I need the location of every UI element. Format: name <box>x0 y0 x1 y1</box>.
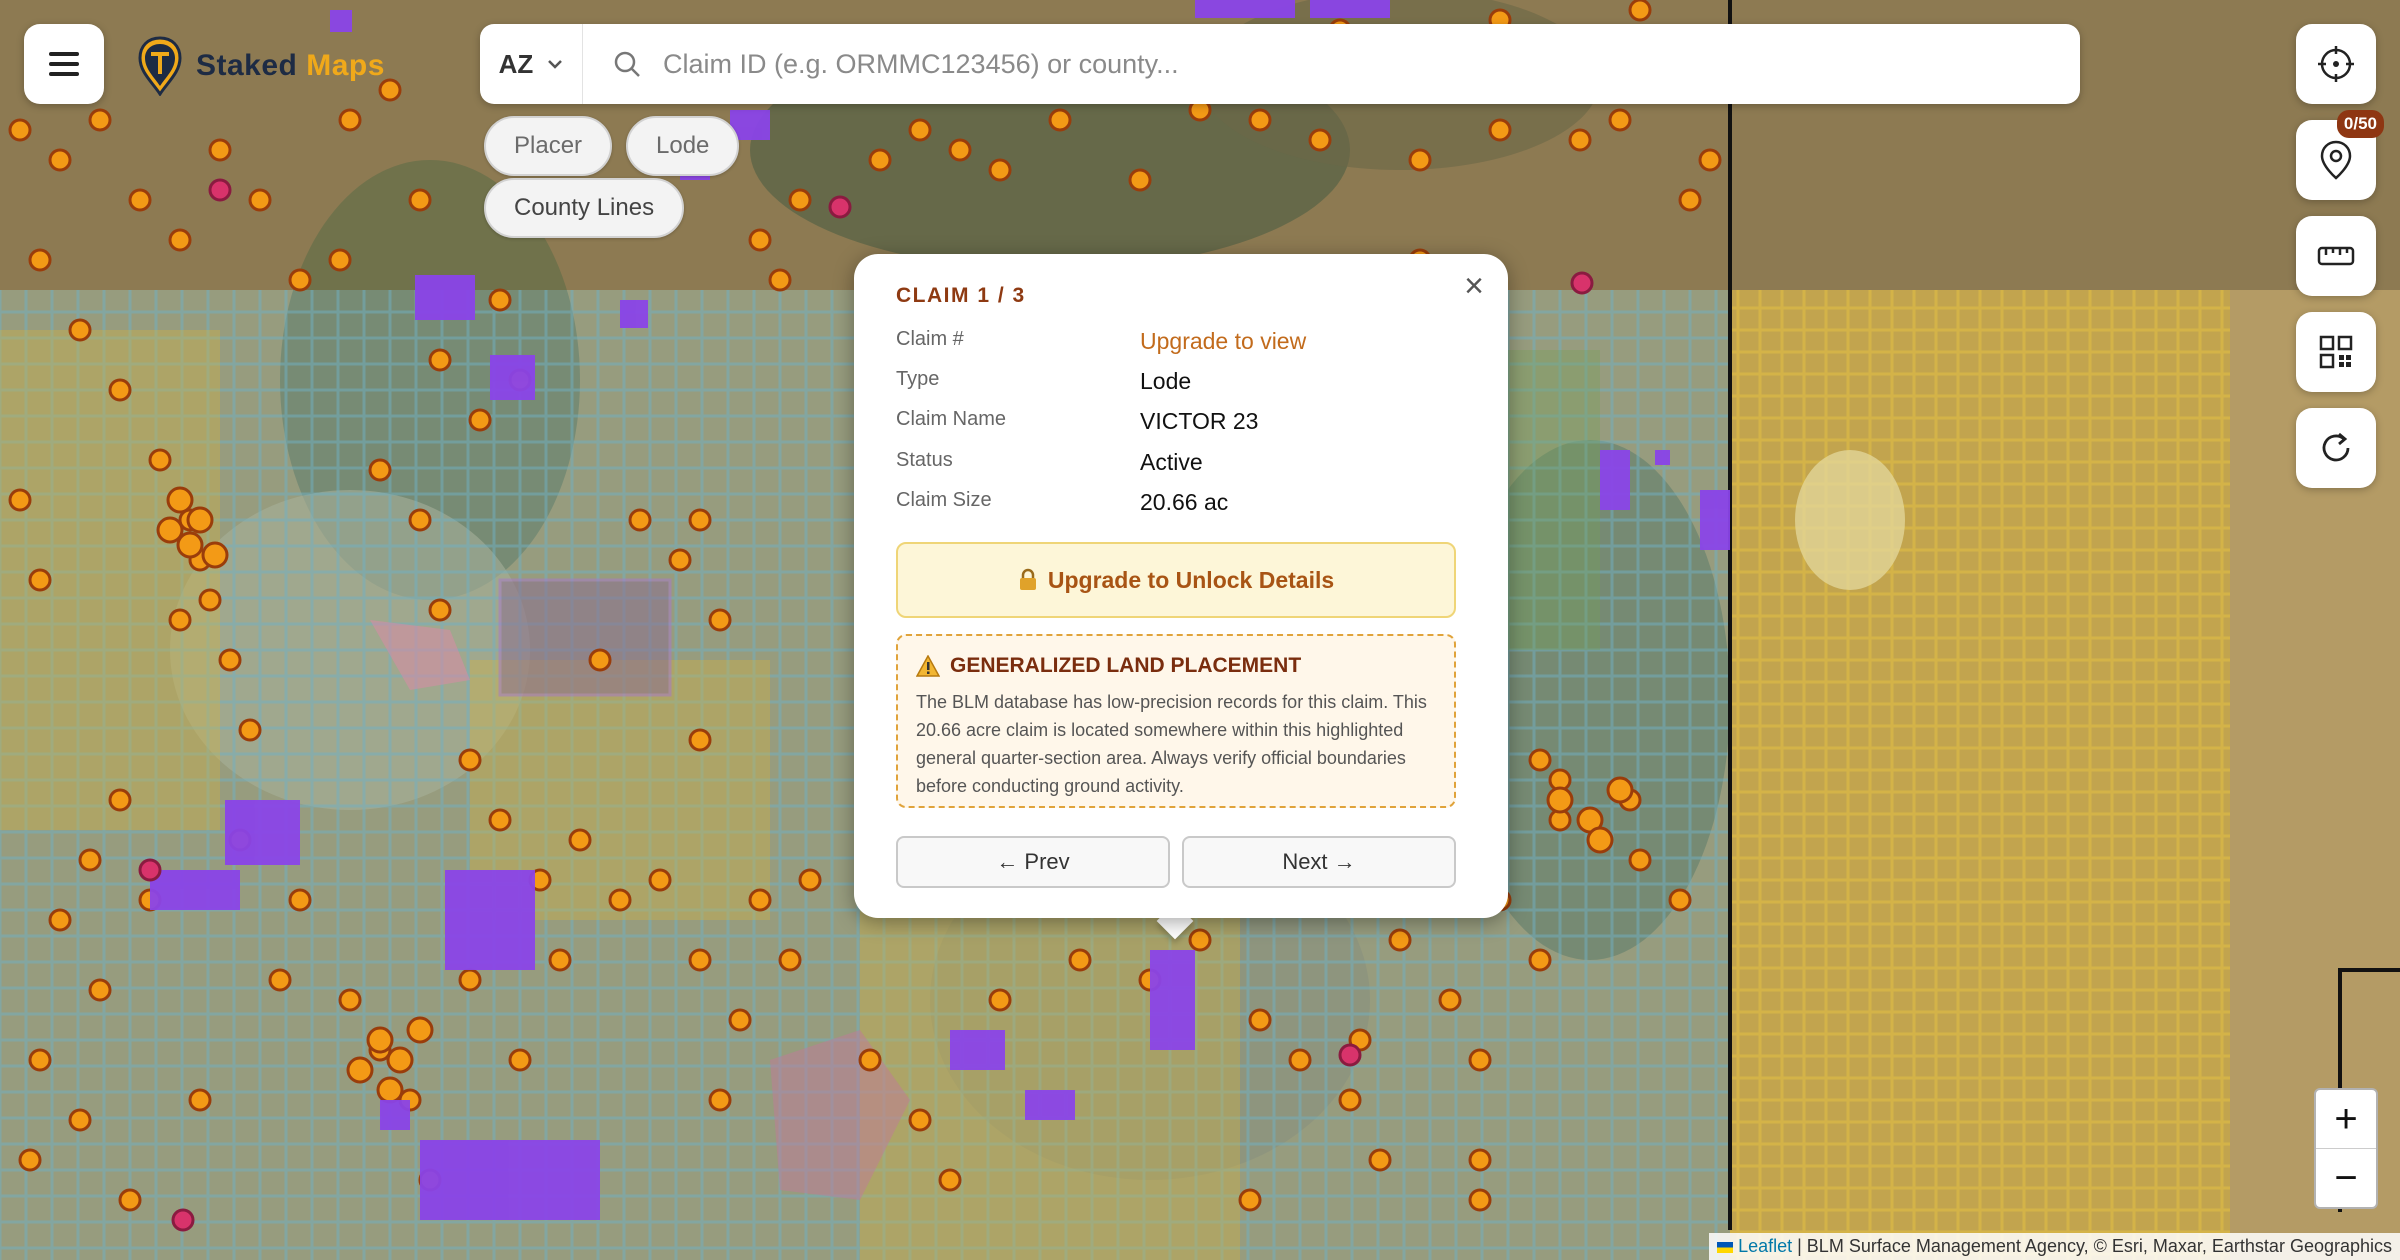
filter-chip-lode[interactable]: Lode <box>626 116 740 176</box>
map-attribution: Leaflet | BLM Surface Management Agency,… <box>1709 1233 2400 1260</box>
close-icon[interactable]: × <box>1454 266 1494 306</box>
row-value: VICTOR 23 <box>1140 408 1259 434</box>
measure-button[interactable] <box>2296 216 2376 296</box>
row-label: Status <box>896 449 953 471</box>
type-row: Type Lode <box>896 368 1191 395</box>
upgrade-to-view-link[interactable]: Upgrade to view <box>1140 328 1306 355</box>
claim-number-row: Claim # Upgrade to view <box>896 328 1306 355</box>
ruler-icon <box>2317 246 2355 266</box>
state-select[interactable]: AZ <box>480 24 583 104</box>
map-pin-icon <box>2320 140 2352 180</box>
brand-name-part2: Maps <box>306 49 385 82</box>
menu-button[interactable] <box>24 24 104 104</box>
crosshair-icon <box>2318 46 2354 82</box>
claim-size-row: Claim Size 20.66 ac <box>896 489 1228 516</box>
search-bar: AZ <box>480 23 2080 105</box>
zoom-control: + − <box>2314 1088 2378 1209</box>
zoom-out-button[interactable]: − <box>2316 1149 2376 1207</box>
popup-title: CLAIM 1 / 3 <box>896 284 1026 307</box>
warning-icon <box>916 655 940 677</box>
warning-text: The BLM database has low-precision recor… <box>916 692 1427 796</box>
refresh-button[interactable] <box>2296 408 2376 488</box>
status-row: Status Active <box>896 449 1203 476</box>
row-label: Claim # <box>896 328 964 350</box>
next-button[interactable]: Next → <box>1182 836 1456 888</box>
placement-warning: GENERALIZED LAND PLACEMENT The BLM datab… <box>896 634 1456 808</box>
brand-logo[interactable]: Staked Maps <box>136 36 385 96</box>
lock-icon <box>1019 568 1036 590</box>
grid-icon <box>2319 335 2353 369</box>
search-input[interactable] <box>661 23 2080 105</box>
row-label: Claim Name <box>896 408 1007 430</box>
shield-logo-icon <box>138 36 182 96</box>
filter-chip-county-lines[interactable]: County Lines <box>484 178 685 238</box>
saved-pins-button[interactable]: 0/50 <box>2296 110 2384 200</box>
brand-name-part1: Staked <box>196 49 298 82</box>
filter-chip-placer[interactable]: Placer <box>484 116 613 176</box>
row-value: Lode <box>1140 368 1192 394</box>
leaflet-link[interactable]: Leaflet <box>1738 1236 1792 1256</box>
pin-count-badge: 0/50 <box>2336 110 2384 138</box>
state-value: AZ <box>498 48 534 79</box>
hamburger-menu-icon <box>49 52 79 76</box>
attribution-text: | BLM Surface Management Agency, © Esri,… <box>1792 1236 2392 1256</box>
prev-button[interactable]: ← Prev <box>896 836 1170 888</box>
warning-title: GENERALIZED LAND PLACEMENT <box>950 654 1302 677</box>
upgrade-unlock-button[interactable]: Upgrade to Unlock Details <box>896 542 1456 618</box>
claim-popup: × CLAIM 1 / 3 Claim # Upgrade to view Ty… <box>854 254 1508 918</box>
row-label: Claim Size <box>896 489 992 511</box>
ukraine-flag-icon <box>1717 1241 1734 1253</box>
search-icon <box>613 50 641 78</box>
claim-name-row: Claim Name VICTOR 23 <box>896 408 1258 435</box>
locate-button[interactable] <box>2296 24 2376 104</box>
layers-button[interactable] <box>2296 312 2376 392</box>
row-label: Type <box>896 368 940 390</box>
unlock-label: Upgrade to Unlock Details <box>1047 566 1335 593</box>
refresh-icon <box>2322 432 2350 462</box>
chevron-down-icon <box>548 60 563 69</box>
zoom-in-button[interactable]: + <box>2316 1090 2376 1149</box>
row-value: 20.66 ac <box>1140 489 1229 515</box>
row-value: Active <box>1140 449 1203 475</box>
